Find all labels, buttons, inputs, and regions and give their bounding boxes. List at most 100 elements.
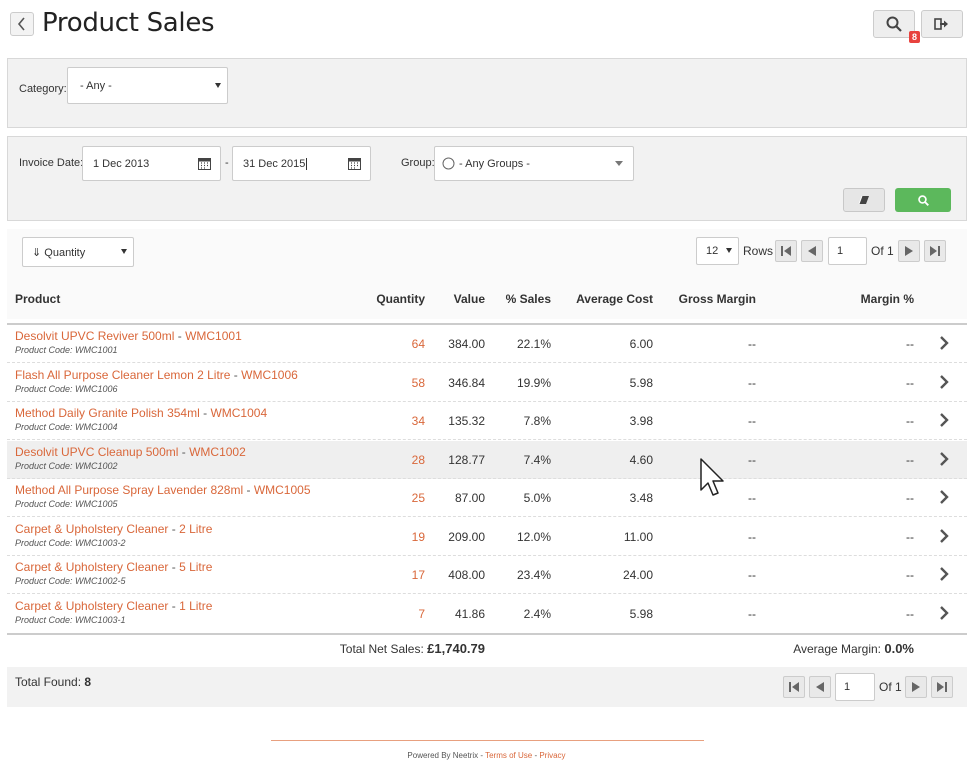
sales-percent-cell: 5.0% bbox=[523, 491, 551, 505]
page-number-input[interactable]: 1 bbox=[828, 237, 867, 265]
caret-down-icon bbox=[615, 160, 623, 166]
chevron-right-icon[interactable] bbox=[939, 451, 949, 467]
product-name-link[interactable]: Flash All Purpose Cleaner Lemon 2 Litre … bbox=[15, 368, 298, 382]
rows-per-page-value: 12 bbox=[706, 245, 719, 257]
last-page-button[interactable] bbox=[931, 676, 953, 698]
chevron-right-icon[interactable] bbox=[939, 489, 949, 505]
triangle-left-icon bbox=[816, 682, 824, 692]
next-page-button[interactable] bbox=[898, 240, 920, 262]
calendar-icon bbox=[348, 158, 361, 170]
clear-filters-button[interactable] bbox=[843, 188, 885, 212]
value-cell: 209.00 bbox=[448, 529, 485, 544]
prev-page-button[interactable] bbox=[801, 240, 823, 262]
results-footer: Total Found: 8 1 Of 1 bbox=[7, 667, 967, 707]
table-row[interactable]: Method Daily Granite Polish 354ml - WMC1… bbox=[7, 402, 967, 440]
quantity-cell[interactable]: 58 bbox=[412, 376, 425, 390]
column-header-product[interactable]: Product bbox=[15, 292, 60, 306]
product-code-line: Product Code: WMC1003-2 bbox=[15, 537, 126, 548]
margin-percent-cell: -- bbox=[906, 337, 914, 351]
back-button[interactable] bbox=[10, 12, 34, 36]
privacy-link[interactable]: Privacy bbox=[539, 751, 565, 760]
column-header-quantity[interactable]: Quantity bbox=[376, 292, 425, 306]
category-select[interactable]: - Any - bbox=[67, 67, 228, 104]
page-number-input[interactable]: 1 bbox=[835, 673, 875, 701]
search-icon bbox=[886, 16, 902, 32]
table-row[interactable]: Desolvit UPVC Cleanup 500ml - WMC1002 Pr… bbox=[7, 440, 967, 479]
chevron-right-icon[interactable] bbox=[939, 335, 949, 351]
separator: - bbox=[168, 521, 180, 536]
quantity-cell[interactable]: 7 bbox=[418, 607, 425, 621]
table-row[interactable]: Desolvit UPVC Reviver 500ml - WMC1001 Pr… bbox=[7, 325, 967, 363]
product-name-link[interactable]: Carpet & Upholstery Cleaner - 5 Litre bbox=[15, 560, 212, 574]
product-name-link[interactable]: Method All Purpose Spray Lavender 828ml … bbox=[15, 483, 311, 497]
prev-page-button[interactable] bbox=[809, 676, 831, 698]
triangle-right-icon bbox=[912, 682, 920, 692]
separator: - bbox=[174, 329, 186, 343]
date-from-input[interactable]: 1 Dec 2013 bbox=[82, 146, 221, 181]
quantity-cell[interactable]: 64 bbox=[412, 337, 425, 351]
product-name-link[interactable]: Method Daily Granite Polish 354ml - WMC1… bbox=[15, 406, 267, 420]
first-page-button[interactable] bbox=[775, 240, 797, 262]
rows-per-page-select[interactable]: 12 bbox=[696, 237, 739, 265]
column-header-average-cost[interactable]: Average Cost bbox=[576, 292, 653, 306]
table-row[interactable]: Flash All Purpose Cleaner Lemon 2 Litre … bbox=[7, 364, 967, 402]
margin-percent-cell: -- bbox=[906, 375, 914, 390]
product-name: Desolvit UPVC Cleanup 500ml bbox=[15, 444, 179, 459]
quantity-cell[interactable]: 19 bbox=[412, 530, 425, 544]
separator: - bbox=[168, 598, 180, 613]
rows-label: Rows bbox=[743, 244, 774, 258]
product-code-line: Product Code: WMC1003-1 bbox=[15, 614, 126, 625]
category-label: Category: bbox=[19, 83, 67, 95]
margin-percent-cell: -- bbox=[906, 452, 914, 467]
gross-margin-cell: -- bbox=[748, 375, 756, 390]
chevron-right-icon[interactable] bbox=[939, 566, 949, 582]
total-found-label: Total Found: bbox=[15, 675, 82, 689]
product-name-link[interactable]: Carpet & Upholstery Cleaner - 1 Litre bbox=[15, 599, 212, 613]
table-row[interactable]: Carpet & Upholstery Cleaner - 1 Litre Pr… bbox=[7, 595, 967, 633]
total-found-value: 8 bbox=[84, 675, 92, 689]
search-button[interactable] bbox=[895, 188, 951, 212]
logout-button[interactable] bbox=[921, 10, 963, 38]
product-name-link[interactable]: Carpet & Upholstery Cleaner - 2 Litre bbox=[15, 522, 212, 536]
column-header-margin-percent[interactable]: Margin % bbox=[861, 292, 914, 306]
column-header-value[interactable]: Value bbox=[454, 292, 485, 306]
product-name-link[interactable]: Desolvit UPVC Reviver 500ml - WMC1001 bbox=[15, 329, 242, 343]
chevron-right-icon[interactable] bbox=[939, 412, 949, 428]
last-page-button[interactable] bbox=[924, 240, 946, 262]
caret-down-icon bbox=[726, 248, 732, 253]
triangle-right-icon bbox=[905, 246, 913, 256]
group-select[interactable]: - Any Groups - bbox=[434, 146, 634, 181]
calendar-icon bbox=[198, 158, 211, 170]
average-cost-cell: 24.00 bbox=[622, 568, 653, 582]
terms-link[interactable]: Terms of Use bbox=[485, 751, 532, 760]
product-code-link: WMC1002 bbox=[189, 444, 246, 459]
chevron-right-icon[interactable] bbox=[939, 528, 949, 544]
next-page-button[interactable] bbox=[905, 676, 927, 698]
last-page-icon bbox=[930, 246, 940, 256]
chevron-right-icon[interactable] bbox=[939, 374, 949, 390]
sales-percent-cell: 7.4% bbox=[523, 452, 551, 467]
table-row[interactable]: Method All Purpose Spray Lavender 828ml … bbox=[7, 479, 967, 517]
sales-percent-cell: 19.9% bbox=[516, 375, 551, 390]
quantity-cell[interactable]: 25 bbox=[412, 491, 425, 505]
product-code-line: Product Code: WMC1001 bbox=[15, 345, 118, 355]
sign-out-icon bbox=[934, 18, 948, 30]
sort-select[interactable]: ⇓ Quantity bbox=[22, 237, 134, 267]
column-header-sales[interactable]: % Sales bbox=[506, 292, 551, 306]
product-name-link[interactable]: Desolvit UPVC Cleanup 500ml - WMC1002 bbox=[15, 445, 246, 459]
date-to-input[interactable]: 31 Dec 2015 bbox=[232, 146, 371, 181]
first-page-button[interactable] bbox=[783, 676, 805, 698]
quantity-cell[interactable]: 34 bbox=[412, 414, 425, 428]
table-row[interactable]: Carpet & Upholstery Cleaner - 5 Litre Pr… bbox=[7, 556, 967, 594]
search-toggle-button[interactable]: 8 bbox=[873, 10, 920, 43]
date-filter-panel: Invoice Date: 1 Dec 2013 - 31 Dec 2015 G… bbox=[7, 136, 967, 221]
margin-percent-cell: -- bbox=[906, 568, 914, 582]
margin-percent-cell: -- bbox=[906, 491, 914, 505]
column-header-gross-margin[interactable]: Gross Margin bbox=[679, 292, 756, 306]
chevron-right-icon[interactable] bbox=[939, 605, 949, 621]
table-row[interactable]: Carpet & Upholstery Cleaner - 2 Litre Pr… bbox=[7, 518, 967, 556]
quantity-cell[interactable]: 17 bbox=[412, 568, 425, 582]
product-code-link: WMC1001 bbox=[185, 329, 242, 343]
quantity-cell[interactable]: 28 bbox=[412, 453, 425, 467]
product-name: Method Daily Granite Polish 354ml bbox=[15, 406, 200, 420]
